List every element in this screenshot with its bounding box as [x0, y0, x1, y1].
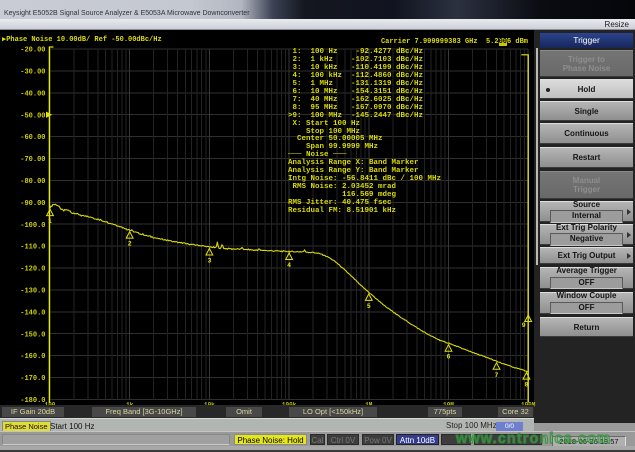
- svg-text:4: 4: [287, 262, 291, 269]
- svg-text:-150.0: -150.0: [20, 331, 45, 339]
- svg-text:1: 1: [48, 218, 52, 225]
- svg-text:-100.0: -100.0: [20, 222, 45, 230]
- svg-text:-80.00: -80.00: [20, 178, 45, 186]
- svg-text:-30.00: -30.00: [20, 69, 45, 77]
- svg-text:-90.00: -90.00: [20, 200, 45, 208]
- svg-text:7: 7: [495, 372, 499, 379]
- svg-text:-180.0: -180.0: [20, 397, 45, 405]
- svg-text:-130.0: -130.0: [20, 288, 45, 296]
- svg-text:2: 2: [128, 241, 132, 248]
- svg-text:-20.00: -20.00: [20, 47, 45, 55]
- svg-text:-60.00: -60.00: [20, 134, 45, 142]
- svg-text:-160.0: -160.0: [20, 353, 45, 361]
- svg-text:-120.0: -120.0: [20, 266, 45, 274]
- svg-text:6: 6: [447, 354, 451, 361]
- svg-text:8: 8: [524, 382, 528, 389]
- svg-text:9: 9: [522, 322, 526, 329]
- svg-text:-140.0: -140.0: [20, 309, 45, 317]
- svg-text:3: 3: [207, 258, 211, 265]
- svg-text:5: 5: [367, 303, 371, 310]
- svg-text:-50.00: -50.00: [20, 112, 45, 120]
- svg-text:-110.0: -110.0: [20, 244, 45, 252]
- svg-text:-40.00: -40.00: [20, 90, 45, 98]
- svg-text:-170.0: -170.0: [20, 375, 45, 383]
- svg-text:-70.00: -70.00: [20, 156, 45, 164]
